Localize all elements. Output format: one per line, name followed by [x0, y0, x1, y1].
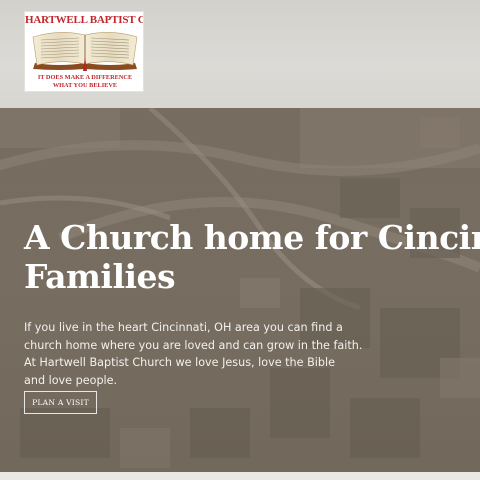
page: HARTWELL BAPTIST CHURCH — [0, 0, 480, 480]
hero-headline: A Church home for Cincinnati Families — [24, 218, 480, 296]
hero-intro-text: If you live in the heart Cincinnati, OH … — [24, 319, 363, 389]
site-logo[interactable]: HARTWELL BAPTIST CHURCH — [24, 11, 144, 92]
hero-headline-line1: A Church home for Cincinnati — [24, 218, 480, 257]
logo-title: HARTWELL BAPTIST CHURCH — [25, 14, 143, 26]
hero-section: A Church home for Cincinnati Families If… — [0, 108, 480, 472]
logo-tagline-line1: IT DOES MAKE A DIFFERENCE — [37, 74, 133, 81]
hero-intro-line: and love people. — [24, 373, 118, 387]
hero-intro-line: church home where you are loved and can … — [24, 338, 363, 352]
open-bible-icon — [32, 32, 138, 71]
hero-intro-line: If you live in the heart Cincinnati, OH … — [24, 321, 343, 334]
hero-headline-line2: Families — [24, 257, 176, 296]
hero-intro-line: At Hartwell Baptist Church we love Jesus… — [24, 356, 335, 369]
site-header: HARTWELL BAPTIST CHURCH — [0, 0, 480, 108]
section-divider — [0, 472, 480, 480]
plan-a-visit-button[interactable]: PLAN A VISIT — [24, 391, 97, 414]
logo-tagline-line2: WHAT YOU BELIEVE — [52, 82, 118, 89]
